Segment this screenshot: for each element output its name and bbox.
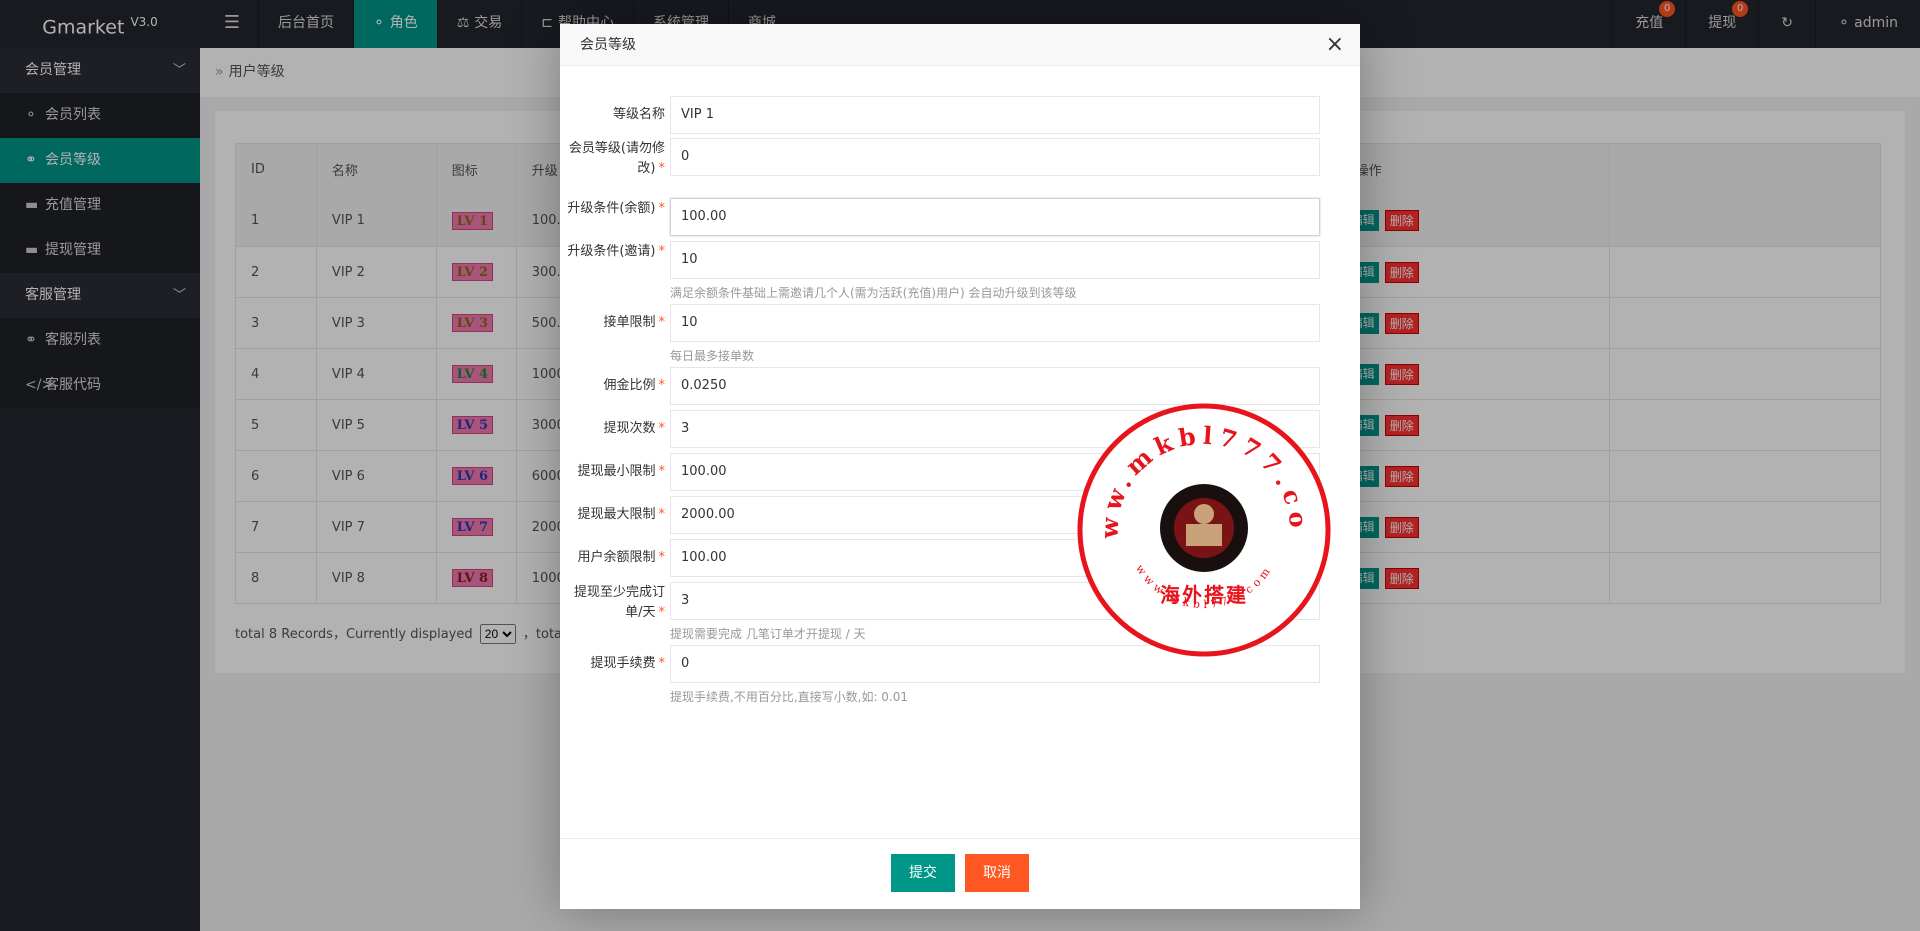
- form-input[interactable]: 10: [670, 241, 1320, 279]
- form-label-text: 提现最大限制: [577, 507, 656, 522]
- required-mark: *: [658, 315, 666, 330]
- required-mark: *: [658, 421, 666, 436]
- form-label-text: 提现最小限制: [577, 464, 656, 479]
- form-label: 接单限制 *: [560, 313, 665, 333]
- modal-footer: 提交 取消: [560, 838, 1360, 909]
- stamp-emblem-head: [1194, 504, 1214, 524]
- form-input[interactable]: VIP 1: [670, 96, 1320, 134]
- cancel-button[interactable]: 取消: [965, 854, 1029, 892]
- modal-title: 会员等级: [580, 37, 636, 53]
- form-help: 提现需要完成 几笔订单才开提现 / 天: [670, 627, 866, 641]
- stamp-emblem-body: [1186, 524, 1222, 546]
- form-label-text: 佣金比例: [603, 378, 656, 393]
- submit-button[interactable]: 提交: [891, 854, 955, 892]
- modal-header: 会员等级 ×: [560, 24, 1360, 66]
- required-mark: *: [658, 378, 666, 393]
- form-label: 等级名称: [560, 105, 665, 125]
- required-mark: *: [658, 656, 666, 671]
- required-mark: *: [658, 464, 666, 479]
- form-help: 提现手续费,不用百分比,直接写小数,如: 0.01: [670, 690, 909, 704]
- watermark-stamp: www.mkbl777.com www.mkbl777.com 海外搭建: [1076, 402, 1331, 657]
- form-input[interactable]: 0.0250: [670, 367, 1320, 405]
- form-label: 提现手续费 *: [560, 654, 665, 674]
- form-label-text: 接单限制: [603, 315, 656, 330]
- form-label: 提现最大限制 *: [560, 505, 665, 525]
- form-label: 佣金比例 *: [560, 376, 665, 396]
- form-input[interactable]: 100.00: [670, 198, 1320, 236]
- form-label-text: 提现手续费: [590, 656, 656, 671]
- required-mark: *: [658, 550, 666, 565]
- form-label-text: 提现至少完成订单/天: [573, 585, 665, 620]
- form-help: 每日最多接单数: [670, 349, 755, 363]
- required-mark: *: [658, 507, 666, 522]
- form-label: 提现至少完成订单/天 *: [560, 583, 665, 623]
- form-label: 提现次数 *: [560, 419, 665, 439]
- required-mark: *: [658, 161, 666, 176]
- form-label: 升级条件(邀请) *: [560, 242, 665, 262]
- form-label-text: 等级名称: [612, 107, 665, 122]
- required-mark: *: [658, 605, 666, 620]
- form-label-text: 提现次数: [603, 421, 656, 436]
- form-label: 用户余额限制 *: [560, 548, 665, 568]
- form-label: 会员等级(请勿修改) *: [560, 139, 665, 179]
- form-label-text: 用户余额限制: [577, 550, 656, 565]
- form-label-text: 升级条件(邀请): [567, 244, 656, 259]
- form-label: 提现最小限制 *: [560, 462, 665, 482]
- form-input[interactable]: 0: [670, 138, 1320, 176]
- required-mark: *: [658, 244, 666, 259]
- form-help: 满足余额条件基础上需邀请几个人(需为活跃(充值)用户) 会自动升级到该等级: [670, 286, 1077, 300]
- stamp-caption: 海外搭建: [1160, 583, 1248, 607]
- close-icon[interactable]: ×: [1326, 24, 1344, 66]
- form-label: 升级条件(余额) *: [560, 199, 665, 219]
- required-mark: *: [658, 201, 666, 216]
- form-input[interactable]: 10: [670, 304, 1320, 342]
- form-label-text: 会员等级(请勿修改): [568, 141, 665, 176]
- form-label-text: 升级条件(余额): [567, 201, 656, 216]
